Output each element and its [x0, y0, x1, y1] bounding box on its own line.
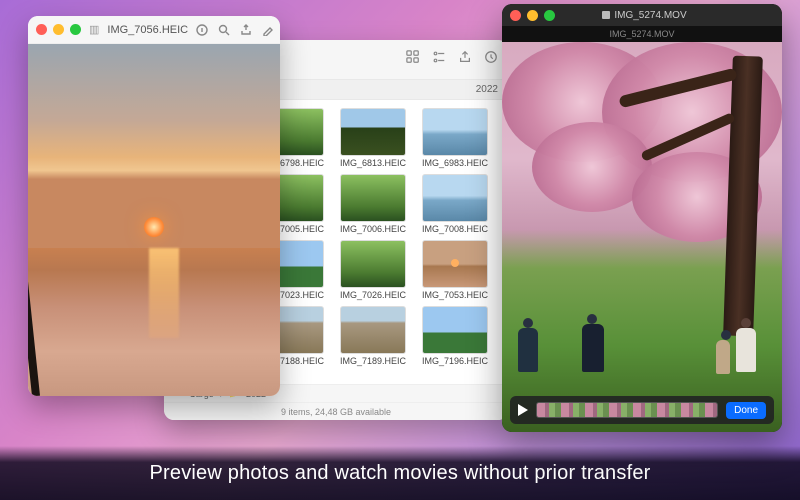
sidebar-toggle-icon[interactable]: ▥ [89, 23, 99, 36]
caption-text: Preview photos and watch movies without … [149, 462, 650, 485]
file-name: IMG_6983.HEIC [422, 158, 488, 168]
quicktime-window: IMG_5274.MOV IMG_5274.MOV Done [502, 4, 782, 432]
minimize-icon[interactable] [527, 10, 538, 21]
share-icon[interactable] [240, 24, 252, 36]
scrubber[interactable] [536, 402, 718, 418]
play-icon[interactable] [518, 404, 528, 416]
movie-titlebar: IMG_5274.MOV [502, 4, 782, 26]
file-item[interactable]: IMG_7053.HEIC [416, 240, 494, 300]
zoom-window-icon[interactable] [544, 10, 555, 21]
movie-title: IMG_5274.MOV [602, 10, 686, 21]
file-name: IMG_7053.HEIC [422, 290, 488, 300]
finder-statusbar: 9 items, 24,48 GB available [164, 402, 508, 420]
file-thumbnail [340, 174, 406, 222]
file-thumbnail [340, 306, 406, 354]
marketing-caption: Preview photos and watch movies without … [0, 446, 800, 500]
preview-image[interactable] [28, 44, 280, 396]
movie-controls: Done [510, 396, 774, 424]
file-item[interactable]: IMG_7189.HEIC [334, 306, 412, 366]
file-thumbnail [422, 306, 488, 354]
zoom-window-icon[interactable] [70, 24, 81, 35]
file-thumbnail [340, 240, 406, 288]
window-traffic-lights [510, 10, 555, 21]
file-item[interactable]: IMG_7026.HEIC [334, 240, 412, 300]
file-name: IMG_7026.HEIC [340, 290, 406, 300]
close-icon[interactable] [36, 24, 47, 35]
file-thumbnail [340, 108, 406, 156]
view-mode-icon[interactable] [406, 50, 420, 69]
preview-title: IMG_7056.HEIC [107, 24, 188, 36]
file-item[interactable]: IMG_6983.HEIC [416, 108, 494, 168]
window-traffic-lights [36, 24, 81, 35]
zoom-icon[interactable] [218, 24, 230, 36]
file-thumbnail [422, 108, 488, 156]
movie-frame[interactable] [502, 42, 782, 432]
file-thumbnail [422, 240, 488, 288]
file-name: IMG_7006.HEIC [340, 224, 406, 234]
file-item[interactable]: IMG_7006.HEIC [334, 174, 412, 234]
close-icon[interactable] [510, 10, 521, 21]
done-button[interactable]: Done [726, 402, 766, 419]
share-icon[interactable] [458, 50, 472, 69]
file-thumbnail [422, 174, 488, 222]
preview-window: ▥ IMG_7056.HEIC [28, 16, 280, 396]
file-name: IMG_7189.HEIC [340, 356, 406, 366]
file-item[interactable]: IMG_7008.HEIC [416, 174, 494, 234]
markup-icon[interactable] [262, 24, 274, 36]
file-name: IMG_7008.HEIC [422, 224, 488, 234]
group-icon[interactable] [432, 50, 446, 69]
movie-subtitle: IMG_5274.MOV [502, 26, 782, 42]
file-name: IMG_7196.HEIC [422, 356, 488, 366]
breadcrumb-tag[interactable]: 2022 [476, 84, 498, 95]
preview-titlebar: ▥ IMG_7056.HEIC [28, 16, 280, 44]
file-item[interactable]: IMG_6813.HEIC [334, 108, 412, 168]
minimize-icon[interactable] [53, 24, 64, 35]
file-item[interactable]: IMG_7196.HEIC [416, 306, 494, 366]
info-icon[interactable] [196, 24, 208, 36]
action-icon[interactable] [484, 50, 498, 69]
file-name: IMG_6813.HEIC [340, 158, 406, 168]
